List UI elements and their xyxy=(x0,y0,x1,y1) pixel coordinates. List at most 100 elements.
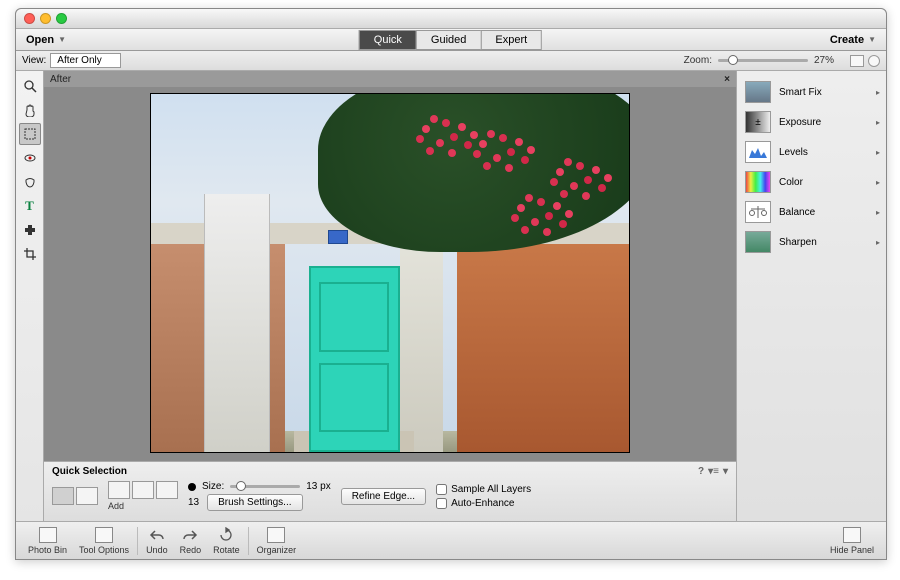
layer-btn-1[interactable] xyxy=(108,481,130,499)
create-label: Create xyxy=(830,34,864,46)
adjustment-smart-fix[interactable]: Smart Fix ▸ xyxy=(737,77,886,107)
spot-healing-tool[interactable] xyxy=(19,219,41,241)
app-window: Open ▼ Quick Guided Expert Create ▼ View… xyxy=(15,8,887,560)
color-icon xyxy=(745,171,771,193)
brush-layer-group xyxy=(108,481,178,499)
selection-mode-group xyxy=(52,487,98,505)
view-selected-value: After Only xyxy=(57,55,101,66)
crop-tool[interactable] xyxy=(19,243,41,265)
photo-bin-button[interactable]: Photo Bin xyxy=(22,527,73,555)
zoom-label: Zoom: xyxy=(684,55,712,66)
hand-tool[interactable] xyxy=(19,99,41,121)
auto-enhance-checkbox[interactable]: Auto-Enhance xyxy=(436,498,531,509)
open-label: Open xyxy=(26,34,54,46)
size-slider[interactable] xyxy=(230,485,300,488)
mode-tabs: Quick Guided Expert xyxy=(360,30,542,50)
options-title: Quick Selection xyxy=(52,466,127,477)
adjustment-sharpen[interactable]: Sharpen ▸ xyxy=(737,227,886,257)
brush-settings-button[interactable]: Brush Settings... xyxy=(207,494,302,511)
tool-options-icon xyxy=(95,527,113,543)
redo-icon xyxy=(181,527,199,543)
collapse-icon[interactable]: ▾ xyxy=(723,466,728,477)
hide-panel-button[interactable]: Hide Panel xyxy=(824,527,880,555)
refine-edge-button[interactable]: Refine Edge... xyxy=(341,488,426,505)
tool-options-panel: Quick Selection ? ▾≡ ▾ xyxy=(44,461,736,521)
chevron-down-icon: ▸ xyxy=(876,208,880,217)
photo-bin-icon xyxy=(39,527,57,543)
add-selection-button[interactable] xyxy=(76,487,98,505)
open-menu[interactable]: Open ▼ xyxy=(16,34,76,46)
undo-icon xyxy=(148,527,166,543)
undo-button[interactable]: Undo xyxy=(140,527,174,555)
view-bar: View: After Only Zoom: 27% xyxy=(16,51,886,71)
organizer-button[interactable]: Organizer xyxy=(251,527,303,555)
panel-toggle-icon[interactable] xyxy=(850,55,864,67)
brush-preview-dot xyxy=(188,483,196,491)
canvas-header-label: After xyxy=(50,74,71,85)
close-icon[interactable]: × xyxy=(724,74,730,85)
help-icon[interactable] xyxy=(868,55,880,67)
zoom-slider-thumb[interactable] xyxy=(728,55,738,65)
canvas-viewport[interactable] xyxy=(44,87,736,461)
sample-all-layers-checkbox[interactable]: Sample All Layers xyxy=(436,484,531,495)
minimize-window-button[interactable] xyxy=(40,13,51,24)
sharpen-icon xyxy=(745,231,771,253)
tab-expert[interactable]: Expert xyxy=(480,30,542,50)
panel-menu-icon[interactable]: ▾≡ xyxy=(708,466,719,477)
text-tool[interactable]: T xyxy=(19,195,41,217)
toolbox: T xyxy=(16,71,44,521)
chevron-down-icon: ▸ xyxy=(876,178,880,187)
redo-button[interactable]: Redo xyxy=(174,527,208,555)
size-slider-thumb[interactable] xyxy=(236,481,246,491)
create-menu[interactable]: Create ▼ xyxy=(820,34,886,46)
top-menu-bar: Open ▼ Quick Guided Expert Create ▼ xyxy=(16,29,886,51)
new-selection-button[interactable] xyxy=(52,487,74,505)
layer-btn-3[interactable] xyxy=(156,481,178,499)
zoom-slider[interactable] xyxy=(718,59,808,62)
divider xyxy=(248,527,249,555)
size-number: 13 xyxy=(188,497,199,508)
chevron-down-icon: ▸ xyxy=(876,118,880,127)
adjustment-exposure[interactable]: ± Exposure ▸ xyxy=(737,107,886,137)
zoom-window-button[interactable] xyxy=(56,13,67,24)
quick-selection-tool[interactable] xyxy=(19,123,41,145)
adjustment-levels[interactable]: Levels ▸ xyxy=(737,137,886,167)
balance-icon xyxy=(745,201,771,223)
view-select[interactable]: After Only xyxy=(50,53,120,68)
canvas-header: After × xyxy=(44,71,736,87)
tab-quick[interactable]: Quick xyxy=(359,30,417,50)
tab-guided[interactable]: Guided xyxy=(416,30,481,50)
organizer-icon xyxy=(267,527,285,543)
chevron-down-icon: ▼ xyxy=(868,35,876,44)
bottom-bar: Photo Bin Tool Options Undo Redo Rotate … xyxy=(16,521,886,559)
hide-panel-icon xyxy=(843,527,861,543)
close-window-button[interactable] xyxy=(24,13,35,24)
adjustment-balance[interactable]: Balance ▸ xyxy=(737,197,886,227)
content-area: T After × xyxy=(16,71,886,521)
chevron-down-icon: ▸ xyxy=(876,148,880,157)
help-icon[interactable]: ? xyxy=(698,466,704,477)
tool-options-button[interactable]: Tool Options xyxy=(73,527,135,555)
photo-image xyxy=(150,93,630,453)
rotate-button[interactable]: Rotate xyxy=(207,527,246,555)
adjustments-panel: Smart Fix ▸ ± Exposure ▸ Levels ▸ Color … xyxy=(736,71,886,521)
smart-fix-icon xyxy=(745,81,771,103)
whiten-teeth-tool[interactable] xyxy=(19,171,41,193)
mac-titlebar xyxy=(16,9,886,29)
canvas-column: After × xyxy=(44,71,736,521)
divider xyxy=(137,527,138,555)
chevron-down-icon: ▼ xyxy=(58,35,66,44)
levels-icon xyxy=(745,141,771,163)
add-label: Add xyxy=(108,501,178,511)
zoom-tool[interactable] xyxy=(19,75,41,97)
red-eye-tool[interactable] xyxy=(19,147,41,169)
layer-btn-2[interactable] xyxy=(132,481,154,499)
exposure-icon: ± xyxy=(745,111,771,133)
view-label: View: xyxy=(22,55,46,66)
adjustment-color[interactable]: Color ▸ xyxy=(737,167,886,197)
rotate-icon xyxy=(217,527,235,543)
size-label: Size: xyxy=(202,481,224,492)
chevron-down-icon: ▸ xyxy=(876,88,880,97)
zoom-value: 27% xyxy=(814,55,834,66)
size-value: 13 px xyxy=(306,481,330,492)
